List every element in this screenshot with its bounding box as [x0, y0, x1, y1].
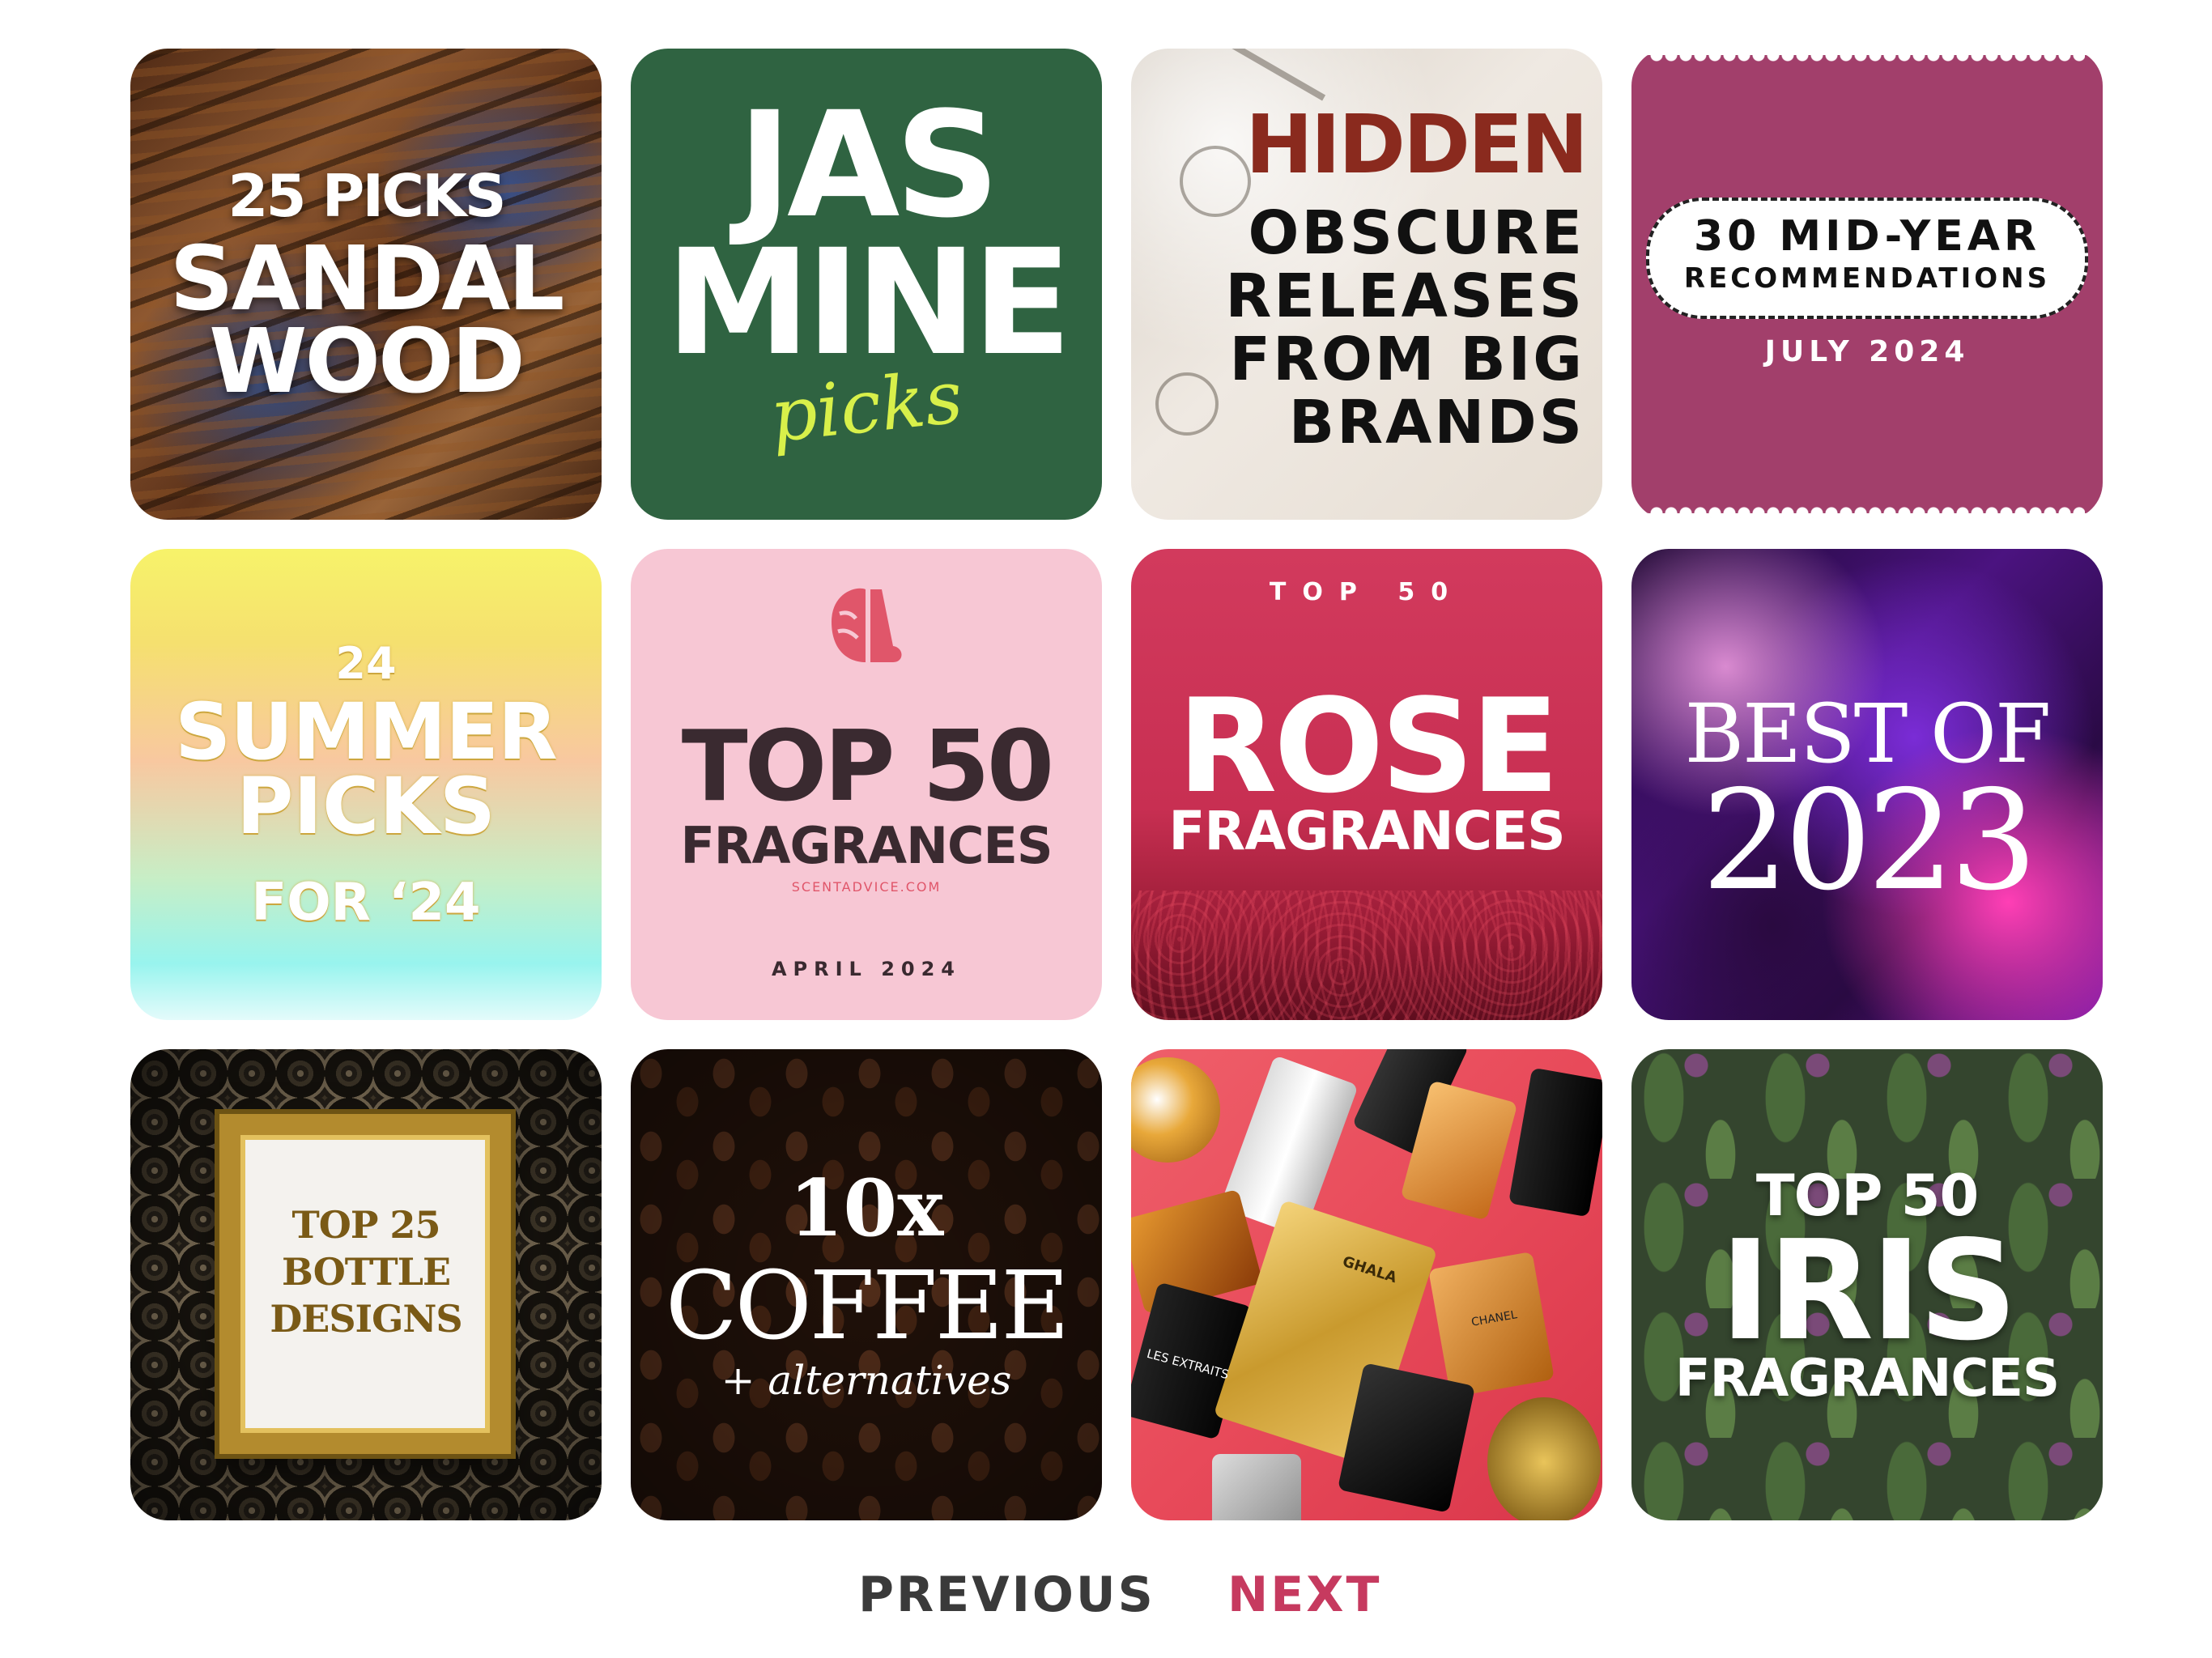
article-grid: 25 PICKS SANDAL WOOD JAS MINE picks HIDD…	[130, 49, 2103, 1520]
card-kicker: HIDDEN	[1245, 97, 1589, 192]
card-jasmine[interactable]: JAS MINE picks	[631, 49, 1102, 520]
card-title-line: RECOMMENDATIONS	[1683, 262, 2051, 295]
card-subtitle: + alternatives	[721, 1357, 1012, 1404]
card-iris[interactable]: TOP 50 IRIS FRAGRANCES	[1631, 1049, 2103, 1520]
card-site: SCENTADVICE.COM	[791, 879, 942, 895]
card-title-line: FRAGRANCES	[1168, 800, 1565, 862]
card-title-line: TOP 50	[681, 711, 1055, 823]
card-bottle-designs[interactable]: TOP 25 BOTTLE DESIGNS	[130, 1049, 602, 1520]
card-title-line: RELEASES	[1225, 261, 1585, 331]
card-title-line: DESIGNS	[270, 1297, 462, 1341]
rose-pattern	[1131, 891, 1602, 1020]
card-kicker: 24	[335, 638, 397, 689]
card-title-line: OBSCURE	[1248, 198, 1585, 268]
card-title-line: 2023	[1701, 761, 2038, 921]
brain-nose-icon	[832, 588, 902, 662]
card-title-line: FROM BIG	[1229, 325, 1585, 394]
card-date: JULY 2024	[1764, 335, 1970, 368]
card-kicker: 25 PICKS	[228, 162, 506, 230]
card-sandalwood[interactable]: 25 PICKS SANDAL WOOD	[130, 49, 602, 520]
card-title-line: BRANDS	[1288, 388, 1585, 457]
card-hidden[interactable]: HIDDEN OBSCURE RELEASES FROM BIG BRANDS	[1131, 49, 1602, 520]
card-title-line: PICKS	[236, 761, 496, 852]
card-title-line: BOTTLE	[281, 1250, 451, 1294]
card-title-line: ROSE	[1177, 670, 1559, 822]
card-subtitle: FOR ‘24	[251, 873, 481, 933]
card-bottles-photo[interactable]: GHALA CHANEL LES EXTRAITS	[1131, 1049, 1602, 1520]
card-best-of-2023[interactable]: BEST OF 2023	[1631, 549, 2103, 1020]
card-rose[interactable]: TOP 50 ROSE FRAGRANCES	[1131, 549, 1602, 1020]
card-kicker: TOP 50	[1269, 578, 1465, 606]
bottle-image	[1131, 1057, 1220, 1163]
card-summer[interactable]: 24 SUMMER PICKS FOR ‘24	[130, 549, 602, 1020]
bottle-image	[1487, 1397, 1601, 1520]
ticket-edge	[1649, 49, 2085, 62]
card-title-line: WOOD	[209, 309, 525, 413]
card-title-line: FRAGRANCES	[680, 816, 1053, 875]
card-coffee[interactable]: 10x COFFEE + alternatives	[631, 1049, 1102, 1520]
card-date: APRIL 2024	[771, 958, 962, 980]
next-link[interactable]: NEXT	[1227, 1567, 1381, 1623]
card-title-line: 30 MID-YEAR	[1693, 212, 2041, 261]
card-title-line: COFFEE	[665, 1252, 1070, 1361]
card-kicker: 10x	[789, 1163, 944, 1254]
card-title-line: FRAGRANCES	[1674, 1349, 2060, 1409]
ticket-edge	[1649, 506, 2085, 520]
card-mid-year[interactable]: 30 MID-YEAR RECOMMENDATIONS JULY 2024	[1631, 49, 2103, 520]
flask-sketch	[1155, 372, 1219, 436]
ruler-sketch	[1218, 49, 1326, 101]
card-top50-fragrances[interactable]: TOP 50 FRAGRANCES SCENTADVICE.COM APRIL …	[631, 549, 1102, 1020]
pagination: PREVIOUS NEXT	[0, 1567, 2212, 1631]
bottle-image	[1508, 1067, 1602, 1218]
card-title-line: IRIS	[1720, 1211, 2018, 1371]
ticket-shape: 30 MID-YEAR RECOMMENDATIONS JULY 2024	[1631, 49, 2103, 520]
card-title-line: TOP 25	[291, 1203, 441, 1247]
previous-link[interactable]: PREVIOUS	[858, 1567, 1155, 1623]
bottle-image	[1212, 1454, 1301, 1520]
